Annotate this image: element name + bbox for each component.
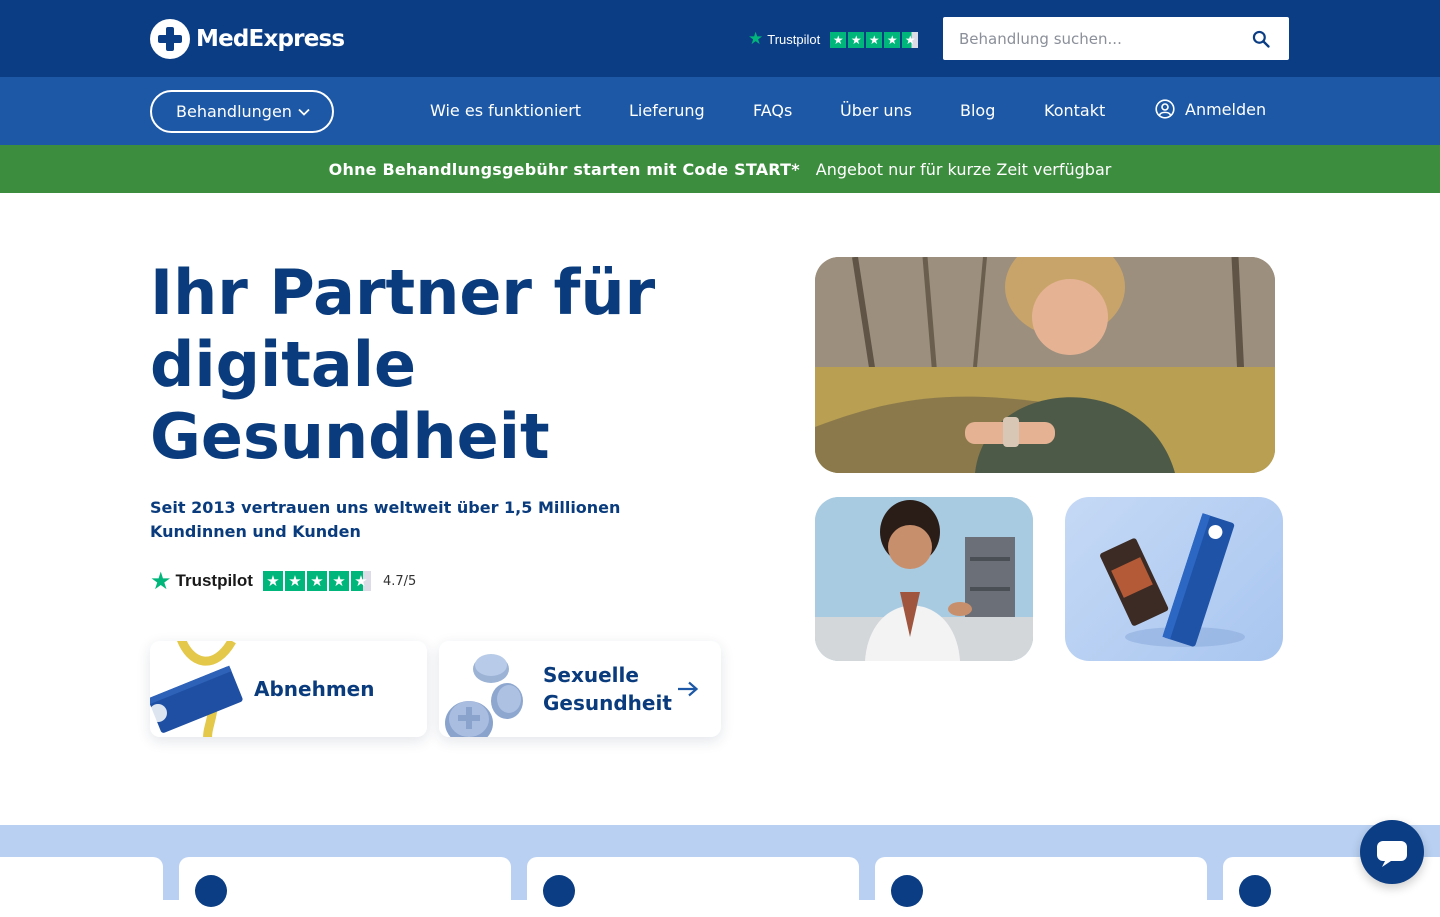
chevron-down-icon <box>298 108 310 116</box>
weight-loss-product-image <box>150 641 246 737</box>
nav-link-how-it-works[interactable]: Wie es funktioniert <box>430 101 581 120</box>
hero-photo-woman-checking-watch <box>815 257 1275 473</box>
rating-value: 4.7/5 <box>382 573 417 589</box>
feature-card <box>527 857 859 917</box>
trustpilot-stars: ★ ★ ★ ★ ★ <box>830 31 919 48</box>
treatments-dropdown-button[interactable]: Behandlungen <box>150 90 334 133</box>
chat-button[interactable] <box>1360 820 1424 884</box>
half-star-icon: ★ <box>902 31 919 48</box>
star-icon: ★ <box>328 571 349 591</box>
trustpilot-header-badge[interactable]: ★ Trustpilot ★ ★ ★ ★ ★ <box>748 29 919 49</box>
top-header: MedExpress ★ Trustpilot ★ ★ ★ ★ ★ <box>0 0 1440 77</box>
trustpilot-star-icon: ★ <box>748 29 764 49</box>
user-circle-icon <box>1155 99 1175 119</box>
feature-card <box>179 857 511 917</box>
nav-link-blog[interactable]: Blog <box>960 101 995 120</box>
fingerprint-icon <box>891 875 923 907</box>
search-box <box>943 17 1289 60</box>
main-navigation: Behandlungen Wie es funktioniert Lieferu… <box>0 77 1440 145</box>
promo-banner[interactable]: Ohne Behandlungsgebühr starten mit Code … <box>0 145 1440 193</box>
package-illustration <box>1100 513 1245 647</box>
category-card-sexual-health[interactable]: Sexuelle Gesundheit <box>439 641 721 737</box>
trustpilot-label: Trustpilot <box>175 571 253 590</box>
search-icon[interactable] <box>1251 29 1271 49</box>
logo-text: MedExpress <box>196 26 345 52</box>
feature-card <box>0 857 163 917</box>
category-card-weight-loss[interactable]: Abnehmen <box>150 641 427 737</box>
outdoor-scene-illustration <box>815 257 1275 473</box>
trustpilot-stars: ★ ★ ★ ★ ★ <box>262 571 371 591</box>
promo-code-text: Ohne Behandlungsgebühr starten mit Code … <box>328 159 800 179</box>
nav-link-delivery[interactable]: Lieferung <box>629 101 705 120</box>
medication-packaging-photo <box>1065 497 1283 661</box>
doctor-illustration <box>815 497 1033 661</box>
nav-link-about[interactable]: Über uns <box>840 101 912 120</box>
half-star-icon: ★ <box>350 571 371 591</box>
verified-badge-icon <box>543 875 575 907</box>
clipboard-icon <box>195 875 227 907</box>
hero-title: Ihr Partner für digitale Gesundheit <box>150 256 656 473</box>
arrow-right-icon <box>678 681 699 697</box>
trustpilot-rating[interactable]: ★ Trustpilot ★ ★ ★ ★ ★ 4.7/5 <box>150 569 416 593</box>
star-icon: ★ <box>306 571 327 591</box>
nav-link-faqs[interactable]: FAQs <box>753 101 792 120</box>
star-icon: ★ <box>830 31 847 48</box>
package-icon <box>1239 875 1271 907</box>
star-icon: ★ <box>262 571 283 591</box>
logo-cross-icon <box>150 19 190 59</box>
star-icon: ★ <box>884 31 901 48</box>
chat-icon <box>1377 841 1407 867</box>
trustpilot-label: Trustpilot <box>767 32 821 47</box>
trustpilot-star-icon: ★ <box>150 567 172 595</box>
login-button[interactable]: Anmelden <box>1155 99 1266 119</box>
promo-offer-text: Angebot nur für kurze Zeit verfügbar <box>815 159 1112 179</box>
doctor-video-call-photo <box>815 497 1033 661</box>
star-icon: ★ <box>848 31 865 48</box>
feature-card <box>875 857 1207 917</box>
search-input[interactable] <box>943 17 1233 60</box>
category-label-sexual-health: Sexuelle Gesundheit <box>543 663 672 715</box>
medexpress-logo[interactable]: MedExpress <box>150 19 345 59</box>
pills-product-image <box>439 641 535 737</box>
login-label: Anmelden <box>1185 99 1267 119</box>
star-icon: ★ <box>284 571 305 591</box>
hero-subtitle: Seit 2013 vertrauen uns weltweit über 1,… <box>150 498 621 541</box>
category-label-weight-loss: Abnehmen <box>254 677 375 701</box>
nav-link-contact[interactable]: Kontakt <box>1044 101 1105 120</box>
star-icon: ★ <box>866 31 883 48</box>
treatments-label: Behandlungen <box>176 102 292 121</box>
